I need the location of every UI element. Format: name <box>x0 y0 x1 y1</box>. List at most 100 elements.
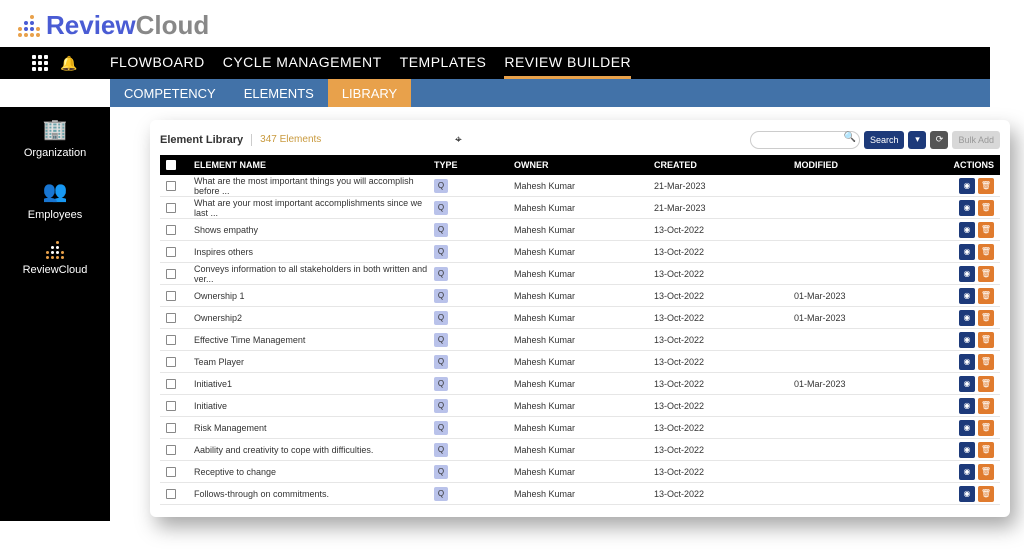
subnav-elements[interactable]: ELEMENTS <box>230 79 328 107</box>
bulk-add-button[interactable]: Bulk Add <box>952 131 1000 149</box>
search-button[interactable]: Search <box>864 131 905 149</box>
filter-button[interactable]: ▾ <box>908 131 926 149</box>
table-row[interactable]: What are your most important accomplishm… <box>160 197 1000 219</box>
cursor-icon: ⌖ <box>455 132 462 147</box>
row-checkbox[interactable] <box>166 247 176 257</box>
eye-icon: ◉ <box>964 401 971 410</box>
delete-button[interactable]: 🗑 <box>978 464 994 480</box>
view-button[interactable]: ◉ <box>959 442 975 458</box>
view-button[interactable]: ◉ <box>959 464 975 480</box>
subnav-competency[interactable]: COMPETENCY <box>110 79 230 107</box>
view-button[interactable]: ◉ <box>959 244 975 260</box>
row-checkbox[interactable] <box>166 181 176 191</box>
table-row[interactable]: Aability and creativity to cope with dif… <box>160 439 1000 461</box>
nav-review-builder[interactable]: REVIEW BUILDER <box>504 48 631 79</box>
bell-icon[interactable]: 🔔 <box>60 55 77 72</box>
view-button[interactable]: ◉ <box>959 332 975 348</box>
row-checkbox[interactable] <box>166 489 176 499</box>
col-modified[interactable]: MODIFIED <box>794 160 934 170</box>
row-checkbox[interactable] <box>166 423 176 433</box>
col-owner[interactable]: OWNER <box>514 160 654 170</box>
view-button[interactable]: ◉ <box>959 200 975 216</box>
nav-templates[interactable]: TEMPLATES <box>400 48 487 79</box>
col-name[interactable]: ELEMENT NAME <box>194 160 434 170</box>
cell-owner: Mahesh Kumar <box>514 291 654 301</box>
view-button[interactable]: ◉ <box>959 398 975 414</box>
table-row[interactable]: Ownership 1QMahesh Kumar13-Oct-202201-Ma… <box>160 285 1000 307</box>
delete-button[interactable]: 🗑 <box>978 266 994 282</box>
delete-button[interactable]: 🗑 <box>978 244 994 260</box>
refresh-button[interactable]: ⟳ <box>930 131 948 149</box>
table-row[interactable]: Effective Time ManagementQMahesh Kumar13… <box>160 329 1000 351</box>
cell-name: Aability and creativity to cope with dif… <box>194 445 434 455</box>
row-checkbox[interactable] <box>166 291 176 301</box>
delete-button[interactable]: 🗑 <box>978 310 994 326</box>
table-row[interactable]: Follows-through on commitments.QMahesh K… <box>160 483 1000 505</box>
row-checkbox[interactable] <box>166 313 176 323</box>
subnav-library[interactable]: LIBRARY <box>328 79 411 107</box>
view-button[interactable]: ◉ <box>959 288 975 304</box>
row-checkbox[interactable] <box>166 335 176 345</box>
nav-cycle-management[interactable]: CYCLE MANAGEMENT <box>223 48 382 79</box>
delete-button[interactable]: 🗑 <box>978 398 994 414</box>
view-button[interactable]: ◉ <box>959 376 975 392</box>
delete-button[interactable]: 🗑 <box>978 354 994 370</box>
table-row[interactable]: Shows empathyQMahesh Kumar13-Oct-2022◉🗑 <box>160 219 1000 241</box>
delete-button[interactable]: 🗑 <box>978 376 994 392</box>
view-button[interactable]: ◉ <box>959 310 975 326</box>
eye-icon: ◉ <box>964 291 971 300</box>
view-button[interactable]: ◉ <box>959 222 975 238</box>
row-checkbox[interactable] <box>166 203 176 213</box>
table-row[interactable]: Inspires othersQMahesh Kumar13-Oct-2022◉… <box>160 241 1000 263</box>
view-button[interactable]: ◉ <box>959 354 975 370</box>
table-row[interactable]: What are the most important things you w… <box>160 175 1000 197</box>
delete-button[interactable]: 🗑 <box>978 420 994 436</box>
table-row[interactable]: Ownership2QMahesh Kumar13-Oct-202201-Mar… <box>160 307 1000 329</box>
delete-button[interactable]: 🗑 <box>978 288 994 304</box>
type-badge: Q <box>434 443 448 457</box>
row-checkbox[interactable] <box>166 445 176 455</box>
cell-modified: 01-Mar-2023 <box>794 313 934 323</box>
view-button[interactable]: ◉ <box>959 266 975 282</box>
table-row[interactable]: Receptive to changeQMahesh Kumar13-Oct-2… <box>160 461 1000 483</box>
apps-icon[interactable] <box>32 55 48 71</box>
cell-created: 13-Oct-2022 <box>654 445 794 455</box>
table-row[interactable]: Risk ManagementQMahesh Kumar13-Oct-2022◉… <box>160 417 1000 439</box>
delete-button[interactable]: 🗑 <box>978 178 994 194</box>
view-button[interactable]: ◉ <box>959 178 975 194</box>
cell-name: Initiative1 <box>194 379 434 389</box>
table-row[interactable]: Team PlayerQMahesh Kumar13-Oct-2022◉🗑 <box>160 351 1000 373</box>
sidebar-item-employees[interactable]: 👥 Employees <box>28 179 82 221</box>
delete-button[interactable]: 🗑 <box>978 332 994 348</box>
eye-icon: ◉ <box>964 467 971 476</box>
people-icon: 👥 <box>43 179 68 204</box>
view-button[interactable]: ◉ <box>959 486 975 502</box>
table-row[interactable]: Initiative1QMahesh Kumar13-Oct-202201-Ma… <box>160 373 1000 395</box>
trash-icon: 🗑 <box>981 423 991 432</box>
view-button[interactable]: ◉ <box>959 420 975 436</box>
trash-icon: 🗑 <box>981 379 991 388</box>
row-checkbox[interactable] <box>166 379 176 389</box>
type-badge: Q <box>434 399 448 413</box>
col-created[interactable]: CREATED <box>654 160 794 170</box>
row-checkbox[interactable] <box>166 269 176 279</box>
cell-owner: Mahesh Kumar <box>514 203 654 213</box>
row-checkbox[interactable] <box>166 467 176 477</box>
sidebar-item-reviewcloud[interactable]: ReviewCloud <box>23 241 88 276</box>
top-nav: 🔔 FLOWBOARD CYCLE MANAGEMENT TEMPLATES R… <box>0 47 990 79</box>
delete-button[interactable]: 🗑 <box>978 200 994 216</box>
row-checkbox[interactable] <box>166 225 176 235</box>
sidebar-item-organization[interactable]: 🏢 Organization <box>24 117 86 159</box>
delete-button[interactable]: 🗑 <box>978 486 994 502</box>
select-all-checkbox[interactable] <box>166 160 176 170</box>
col-type[interactable]: TYPE <box>434 160 514 170</box>
nav-flowboard[interactable]: FLOWBOARD <box>110 48 205 79</box>
row-checkbox[interactable] <box>166 401 176 411</box>
cell-created: 13-Oct-2022 <box>654 467 794 477</box>
table-row[interactable]: InitiativeQMahesh Kumar13-Oct-2022◉🗑 <box>160 395 1000 417</box>
delete-button[interactable]: 🗑 <box>978 442 994 458</box>
row-checkbox[interactable] <box>166 357 176 367</box>
table-row[interactable]: Conveys information to all stakeholders … <box>160 263 1000 285</box>
sidebar-item-label: Organization <box>24 147 86 159</box>
delete-button[interactable]: 🗑 <box>978 222 994 238</box>
